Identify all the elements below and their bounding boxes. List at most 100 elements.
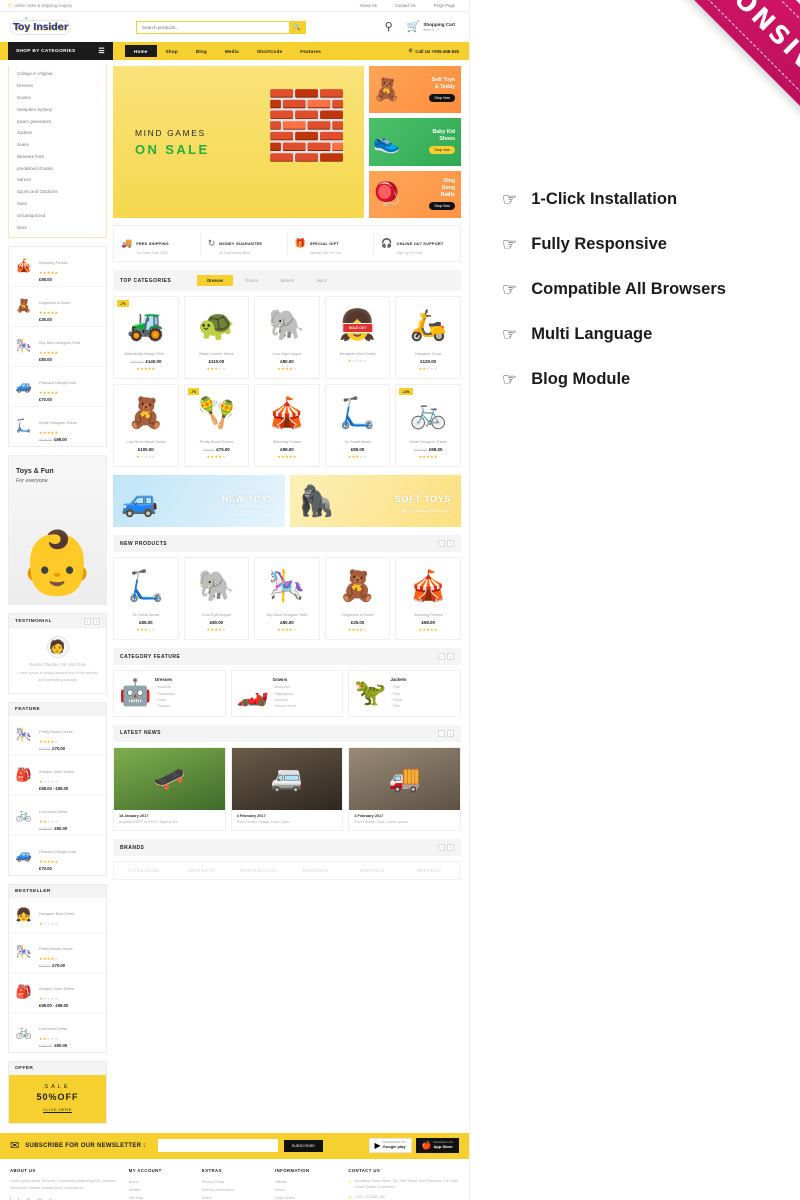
social-icon[interactable]: p (49, 1197, 52, 1200)
footer-link[interactable]: Brand (202, 1194, 267, 1200)
product-card[interactable]: -7% 🚜 Beautifully Design Rob... £150.00 £140… (113, 296, 179, 379)
shop-by-categories-button[interactable]: SHOP BY CATEGORIES ☰ (8, 42, 113, 60)
sidebar-category-item[interactable]: Gowns › (9, 92, 106, 104)
latest-news-prev-button[interactable]: ‹ (438, 729, 445, 737)
nav-item-features[interactable]: Features (291, 45, 330, 57)
brands-next-button[interactable]: › (447, 844, 454, 851)
nav-item-media[interactable]: Media (216, 45, 248, 57)
shop-now-button[interactable]: Shop Now (429, 202, 455, 211)
list-item[interactable]: 🛴 White Designer Dress ★★★★★ £110.00 £98.00 (9, 407, 106, 446)
list-item[interactable]: 🎒 Antique Short Dress ★★★★★ £98.00 - £98.00 (9, 756, 106, 796)
footer-link[interactable]: Delivery Information (202, 1186, 267, 1194)
offer-banner[interactable]: SALE 50%OFF CLICK HERE (9, 1074, 106, 1123)
nav-item-shop[interactable]: Shop (157, 45, 187, 57)
product-card[interactable]: 🐢 Black Lowest Jeans £110.00 ★★★★★ (183, 296, 250, 379)
product-card[interactable]: -7% 🪇 Pretty Brown Dress £75.00 £75.00 ★★★★★ (183, 384, 250, 467)
category-feature-prev-button[interactable]: ‹ (438, 653, 445, 660)
brand-logo[interactable]: DESIGNER (289, 868, 342, 873)
product-card[interactable]: 🛵 Designer Court £120.00 ★★★★★ (395, 296, 461, 379)
brands-prev-button[interactable]: ‹ (438, 844, 445, 851)
offer-cta[interactable]: CLICK HERE (13, 1108, 102, 1112)
footer-link[interactable]: Legal Notice (275, 1194, 340, 1200)
newsletter-email-input[interactable] (157, 1139, 278, 1153)
sidebar-category-item[interactable]: Dresses › (9, 80, 106, 92)
category-subitem[interactable]: Flex (390, 703, 406, 709)
tab-dresses[interactable]: Dresses (197, 275, 234, 286)
sidebar-category-item[interactable]: Uncategorized (9, 209, 106, 221)
brand-logo[interactable]: LITERATURE (118, 868, 171, 873)
shop-now-button[interactable]: Shop Now (429, 146, 455, 155)
topbar-link-contact[interactable]: Contact Us (395, 3, 416, 8)
news-card[interactable]: 🚚 4 February 2017 Post Format: Chat, Lorem… (348, 746, 462, 831)
list-item[interactable]: 🚙 Peacock Design Kurti ★★★★★ £70.00 (9, 367, 106, 407)
list-item[interactable]: 🎠 Pretty Brown Dress ★★★★★ £75.00 £70.00 (9, 933, 106, 973)
list-item[interactable]: 🎠 Sky Blue Designer Shirt ★★★★★ £80.00 (9, 327, 106, 367)
news-card[interactable]: 🛹 18 January 2017 Anyway REPS Is A NYC Age… (113, 746, 226, 831)
list-item[interactable]: 🎒 Antique Short Dress ★★★★★ £98.00 - £98.00 (9, 973, 106, 1013)
nav-item-blog[interactable]: Blog (187, 45, 216, 57)
testimonial-prev-button[interactable]: ‹ (84, 617, 91, 625)
promo-banner[interactable]: 🦍 SOFT TOYS Big Toy Sale At Toy's House (289, 475, 461, 527)
latest-news-next-button[interactable]: › (447, 729, 454, 737)
footer-link[interactable]: Site Map (129, 1194, 194, 1200)
product-card[interactable]: -14% 🚲 White Designer Dress £110.00 £98.00 ★★… (395, 384, 461, 467)
sidebar-category-item[interactable]: Ipsum generators (9, 115, 106, 127)
category-subitem[interactable]: Pajama (155, 703, 175, 709)
search-bar[interactable]: 🔍 (136, 20, 306, 34)
list-item[interactable]: 🎠 Pretty Brown Dress ★★★★★ £75.00 £70.00 (9, 716, 106, 756)
sidebar-category-item[interactable]: Sports and Outdoors (9, 186, 106, 198)
footer-link[interactable]: Privacy Policy (202, 1178, 267, 1186)
hero-banner[interactable]: MIND GAMES ON SALE 🧱 (113, 66, 364, 218)
product-card[interactable]: 🎠 Sky Blue Designer Shirt £80.00 ★★★★★ (254, 557, 320, 640)
product-card[interactable]: 🎪 Stunning Purses £98.00 ★★★★★ (395, 557, 461, 640)
app-store-badge[interactable]: 🍎 Download on the App Store (415, 1138, 459, 1154)
tab-jackets[interactable]: Jackets (270, 275, 304, 286)
brand-logo[interactable]: SHOPMENT (175, 868, 228, 873)
search-input[interactable] (137, 24, 289, 30)
topbar-link-about[interactable]: About Us (360, 3, 377, 8)
sidebar-category-item[interactable]: Jeans › (9, 139, 106, 151)
brand-logo[interactable]: PRESTIGE (346, 868, 399, 873)
category-feature-card[interactable]: 🏎️GownsBabydollNightgownBachaliSmock fro… (230, 670, 344, 717)
product-card[interactable]: SOLD OUT👧Designer Blue Dress★★★★★ (324, 296, 391, 379)
nav-item-home[interactable]: Home (125, 45, 157, 57)
topbar-link-faqs[interactable]: FAQs Page (434, 3, 455, 8)
brand-logo[interactable]: PRESTIGE (403, 868, 456, 873)
tab-jeans[interactable]: Jeans (306, 275, 337, 286)
promo-banner[interactable]: 🚙 NEW TOYS Best Toys Are Shipped (113, 475, 285, 527)
shop-now-button[interactable]: Shop Now (429, 94, 455, 103)
category-feature-card[interactable]: 🤖DressesAnarkaliPantsuitsuKurtaPajama (113, 670, 226, 717)
user-icon[interactable]: ⚲ (385, 21, 393, 33)
social-icon[interactable]: f (10, 1197, 11, 1200)
footer-link[interactable]: Brand (275, 1186, 340, 1194)
testimonial-next-button[interactable]: › (93, 617, 100, 625)
product-card[interactable]: 🎪 Stunning Purses £98.00 ★★★★★ (254, 384, 320, 467)
sidebar-category-item[interactable]: predefined chunks (9, 162, 106, 174)
cart-button[interactable]: 🛒 Shopping Cart Item 0 (407, 21, 455, 33)
social-icon[interactable]: in (27, 1197, 31, 1200)
product-card[interactable]: 🧸 Dogsbout in Scarf £35.00 ★★★★★ (324, 557, 391, 640)
product-card[interactable]: 🛴 Tic Small Alessi £85.00 ★★★★★ (113, 557, 179, 640)
social-icon[interactable]: t (18, 1197, 19, 1200)
search-icon[interactable]: 🔍 (289, 20, 305, 34)
product-card[interactable]: 🐘 Cros Eget Augue £80.00 ★★★★★ (254, 296, 320, 379)
sidebar-category-item[interactable]: More › (9, 221, 106, 233)
list-item[interactable]: 🎪 Stunning Purses ★★★★★ £98.00 (9, 247, 106, 287)
category-feature-card[interactable]: 🦖JacketsFlakFleeFlightFlex (348, 670, 462, 717)
list-item[interactable]: 🚲 Low Neck Dress ★★★★★ £100.00 £90.00 (9, 796, 106, 836)
new-products-next-button[interactable]: › (447, 540, 454, 547)
sidebar-category-item[interactable]: Suits (9, 198, 106, 210)
list-item[interactable]: 🚙 Peacock Design Kurti ★★★★★ £70.00 (9, 836, 106, 875)
sidebar-category-item[interactable]: College in Virginia (9, 68, 106, 80)
product-card[interactable]: 🛴 Tic Small Alessi £85.00 ★★★★★ (324, 384, 391, 467)
sidebar-category-item[interactable]: Jackets › (9, 127, 106, 139)
tab-gowns[interactable]: Gowns (235, 275, 268, 286)
subscribe-button[interactable]: SUBSCRIBE (283, 1139, 324, 1152)
list-item[interactable]: 👧 Designer Blue Dress ★★★★★ (9, 898, 106, 933)
new-products-prev-button[interactable]: ‹ (438, 540, 445, 547)
list-item[interactable]: 🧸 Dogsbout in Scarf ★★★★★ £35.00 (9, 287, 106, 327)
sidebar-category-item[interactable]: literature from (9, 150, 106, 162)
product-card[interactable]: 🧸 Low Neck Black Dress £100.00 ★★★★★ (113, 384, 179, 467)
side-banner-3[interactable]: 🪀 Ding Dong Rattle Shop Now (369, 170, 461, 218)
sidebar-category-item[interactable]: Hampden Sydney (9, 103, 106, 115)
